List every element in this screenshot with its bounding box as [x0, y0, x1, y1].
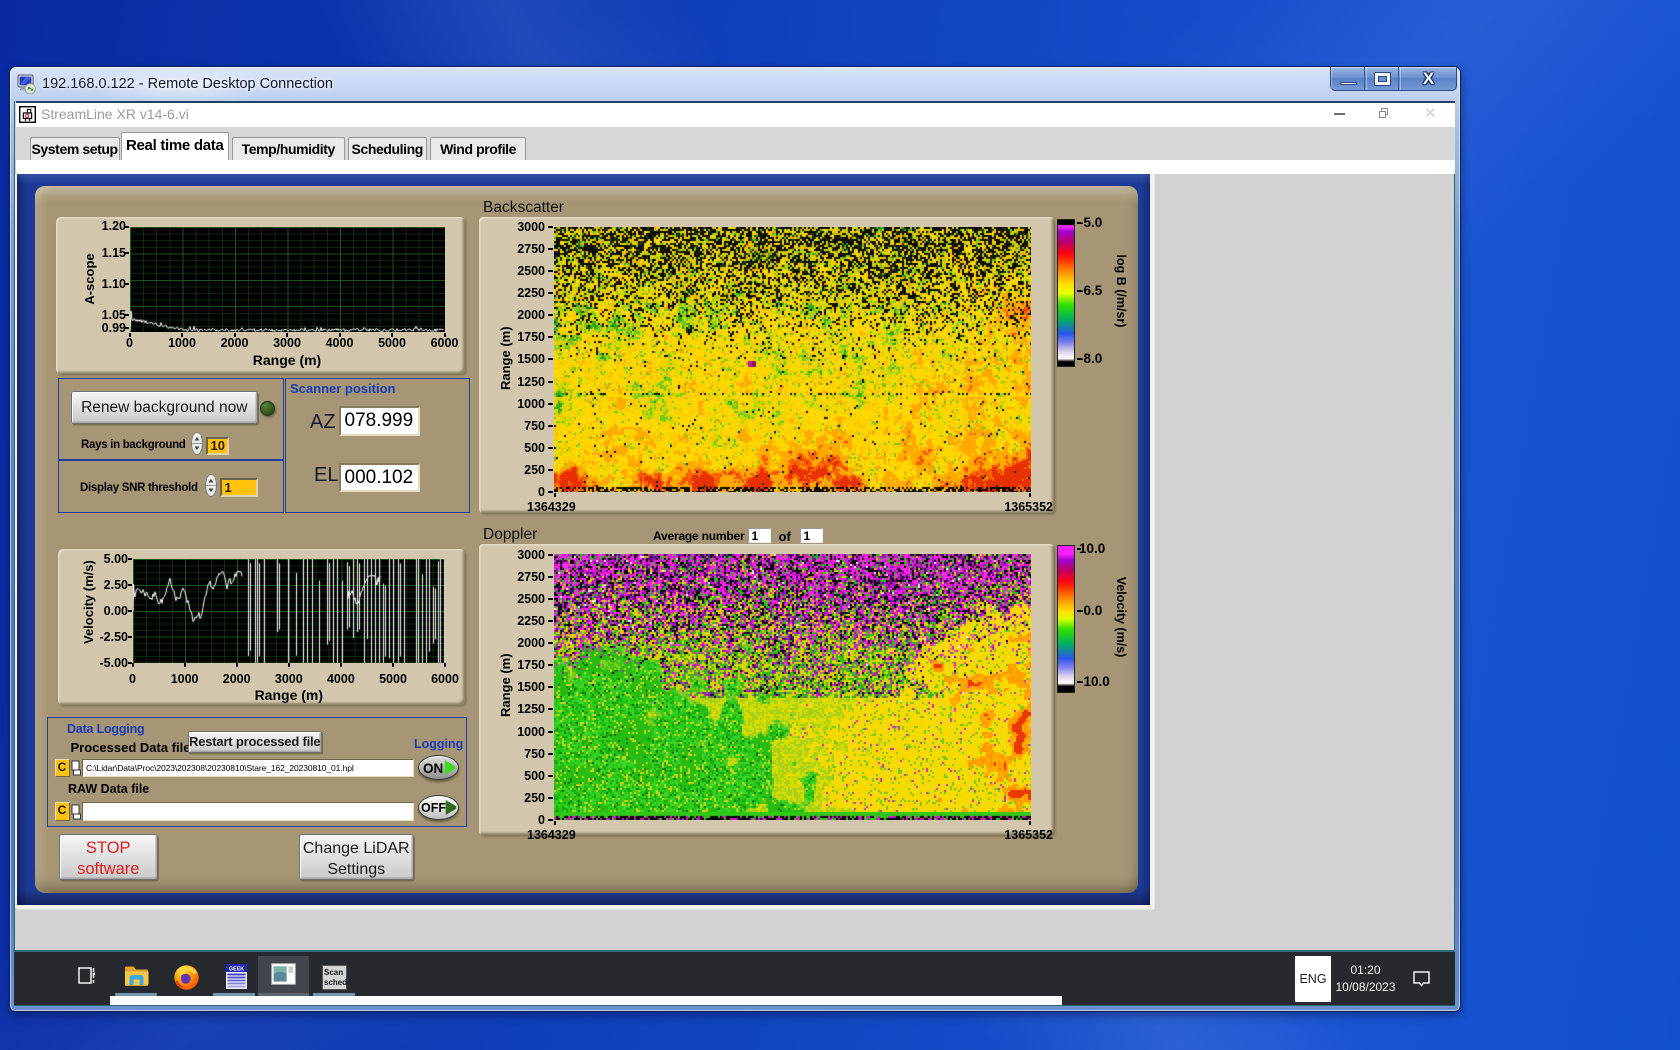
svg-text:GEEK: GEEK	[229, 966, 244, 972]
